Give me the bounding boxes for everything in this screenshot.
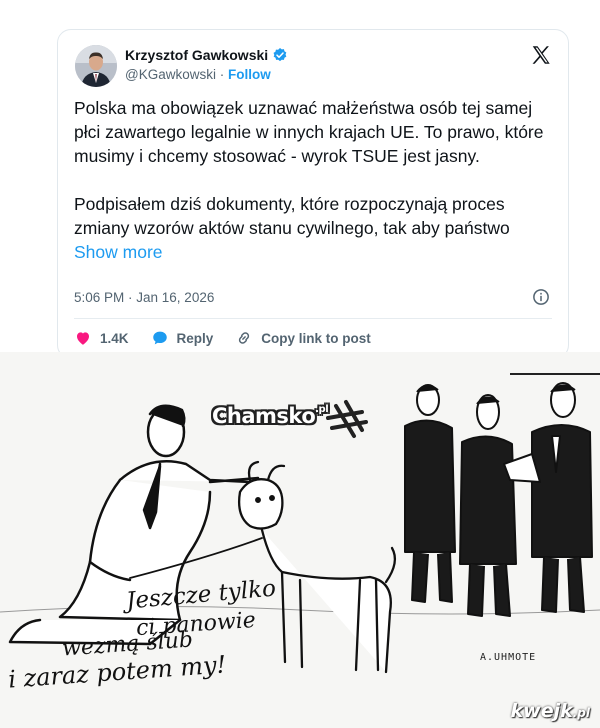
follow-link[interactable]: Follow [228,67,271,82]
goat-figure [237,460,397,674]
copy-link-label: Copy link to post [261,330,371,346]
handle-separator: · [215,67,228,82]
chamsko-watermark: Chamsko.pl [212,404,329,428]
avatar-image [75,45,117,87]
author-handle[interactable]: @KGawkowski [125,67,216,82]
avatar[interactable] [75,45,117,87]
handle-row: @KGawkowski · Follow [125,67,271,82]
chamsko-word: Chamsko [212,404,316,428]
kwejk-watermark: kwejk.pl [511,700,591,722]
speech-bubble-icon [152,331,167,345]
suited-men-group [404,382,593,617]
tweet-paragraph-2-text: Podpisałem dziś dokumenty, które rozpocz… [74,194,510,238]
tweet-paragraph-1: Polska ma obowiązek uznawać małżeństwa o… [74,98,544,166]
copy-link-button[interactable]: Copy link to post [235,329,371,347]
kwejk-tld: .pl [572,706,590,720]
artist-signature: A.UHMOTE [480,652,537,663]
link-icon [239,332,250,344]
divider [74,318,552,319]
like-count: 1.4K [100,330,129,346]
tweet-card: Krzysztof Gawkowski @KGawkowski · Follow… [57,29,569,359]
tweet-embed: Krzysztof Gawkowski @KGawkowski · Follow… [0,0,600,359]
action-bar: 1.4K Reply Copy link to post [74,329,393,347]
kwejk-word: kwejk [510,700,573,722]
info-icon[interactable] [532,288,550,306]
cartoon-panel: Chamsko.pl Jeszcze tylko ci panowie wezm… [0,352,600,728]
tweet-text: Polska ma obowiązek uznawać małżeństwa o… [74,96,554,288]
like-button[interactable]: 1.4K [74,329,129,347]
tweet-paragraph-2: Podpisałem dziś dokumenty, które rozpocz… [74,192,554,264]
verified-badge-icon [273,48,287,62]
heart-icon [77,332,89,345]
reply-label: Reply [176,330,214,346]
reply-button[interactable]: Reply [151,329,214,347]
x-logo-icon[interactable] [530,44,552,66]
chamsko-tld: .pl [315,404,329,415]
author-name[interactable]: Krzysztof Gawkowski [125,47,268,63]
author-row: Krzysztof Gawkowski [125,47,288,63]
tweet-timestamp[interactable]: 5:06 PM · Jan 16, 2026 [74,290,214,305]
show-more-link[interactable]: Show more [74,242,163,262]
chamsko-hash-icon [326,400,368,438]
